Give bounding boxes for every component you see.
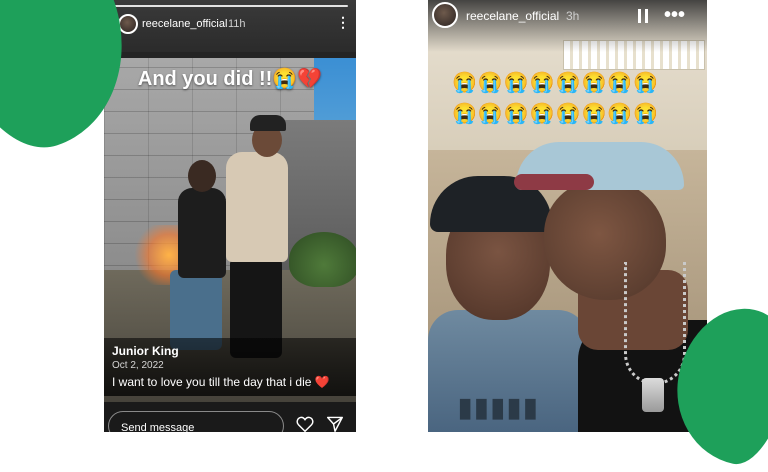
story-photo-man-cap-brim — [514, 174, 594, 190]
shared-post-author: Junior King — [112, 344, 179, 358]
shared-post-date: Oct 2, 2022 — [112, 360, 164, 371]
send-message-input[interactable]: Send message — [108, 411, 284, 432]
shared-post-message: I want to love you till the day that i d… — [112, 375, 312, 389]
story-username[interactable]: reecelane_official — [466, 9, 559, 23]
story-time-ago: 3h — [566, 9, 580, 23]
heart-outline-icon[interactable] — [296, 416, 314, 432]
story-progress-bar — [112, 5, 348, 7]
avatar[interactable] — [432, 2, 458, 28]
story-photo-woman-head — [188, 160, 216, 192]
story-text-overlay: And you did !!😭💔 — [104, 66, 356, 91]
more-horizontal-icon[interactable]: ••• — [664, 4, 685, 27]
story-photo-woman-body — [178, 188, 226, 278]
story-time-ago: 11h — [228, 18, 246, 30]
story-photo-man-cap — [250, 115, 286, 131]
overlay-caption-text: And you did !! — [137, 68, 273, 90]
story-photo-man-body — [226, 152, 288, 262]
overlay-caption-emojis: 😭💔 — [272, 68, 323, 90]
story-photo-bush — [289, 232, 356, 287]
story-reply-bar: Send message — [104, 402, 356, 432]
story-emoji-overlay: 😭😭😭😭😭😭😭😭 😭😭😭😭😭😭😭😭 — [452, 68, 672, 130]
story-photo-chain-necklace — [624, 262, 686, 385]
shared-post-card[interactable]: Junior King Oct 2, 2022 I want to love y… — [104, 338, 356, 396]
paper-plane-icon[interactable] — [326, 416, 344, 432]
story-photo-shirt-print: ▮▮▮▮▮ — [458, 392, 540, 422]
story-photo-pendant — [642, 378, 664, 412]
emoji-row: 😭😭😭😭😭😭😭😭 — [452, 72, 660, 94]
story-username[interactable]: reecelane_official — [142, 18, 227, 30]
shared-post-text: I want to love you till the day that i d… — [112, 375, 330, 389]
pause-icon[interactable] — [636, 8, 650, 24]
story-screenshot-left: reecelane_official 11h ⋮ And you did !!😭… — [104, 0, 356, 432]
emoji-row: 😭😭😭😭😭😭😭😭 — [452, 103, 660, 125]
story-screenshot-right: reecelane_official 3h ••• 😭😭😭😭😭😭😭😭 😭😭😭😭😭… — [428, 0, 707, 432]
shared-post-emoji: ❤️ — [314, 375, 330, 389]
story-header: reecelane_official 11h ⋮ — [104, 0, 356, 52]
kebab-vertical-icon[interactable]: ⋮ — [336, 14, 350, 31]
